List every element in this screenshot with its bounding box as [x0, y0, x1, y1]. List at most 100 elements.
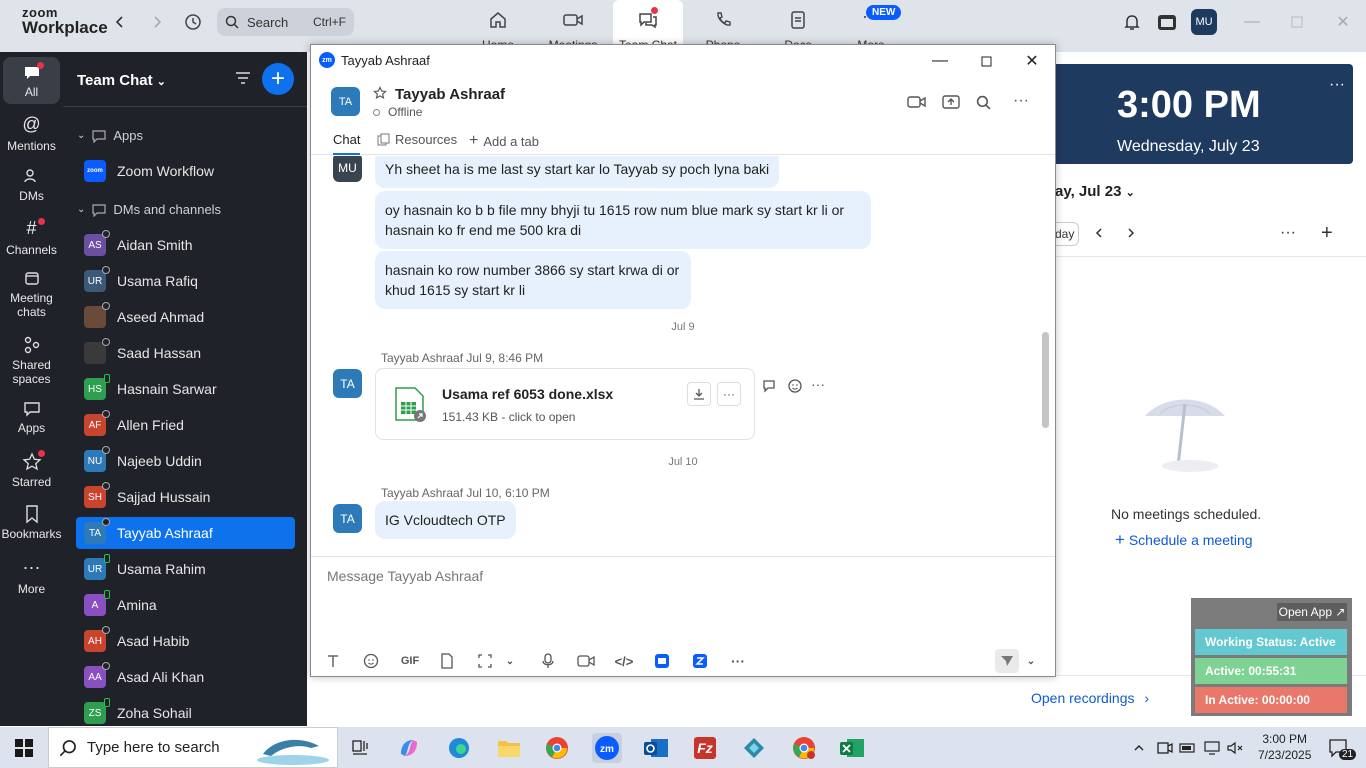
restore-icon[interactable] — [1285, 10, 1309, 34]
message-avatar[interactable]: TA — [333, 504, 362, 533]
more-dots-icon[interactable]: ··· — [1013, 92, 1029, 110]
nav-meetings[interactable]: Meetings — [538, 0, 608, 52]
sender-name[interactable]: Tayyab Ashraaf — [381, 351, 463, 365]
rail-dms[interactable]: DMs — [0, 166, 63, 203]
sidebar-item-contact[interactable]: A Amina — [76, 589, 295, 621]
download-icon[interactable] — [687, 382, 711, 406]
chrome-profile-icon[interactable] — [789, 733, 819, 763]
rail-apps[interactable]: Apps — [0, 400, 63, 435]
close-icon[interactable]: ✕ — [1012, 49, 1052, 73]
sidebar-item-contact[interactable]: AH Asad Habib — [76, 625, 295, 657]
zoom-taskbar-icon[interactable]: zm — [592, 733, 622, 763]
contact-avatar[interactable]: TA — [331, 87, 360, 116]
copilot-icon[interactable] — [394, 733, 424, 763]
nav-phone[interactable]: Phone — [688, 0, 758, 52]
sidebar-item-contact[interactable]: AA Asad Ali Khan — [76, 661, 295, 693]
text-format-icon[interactable] — [322, 650, 344, 672]
history-icon[interactable] — [181, 10, 205, 34]
search-icon[interactable] — [976, 95, 991, 110]
sidebar-item-contact[interactable]: UR Usama Rahim — [76, 553, 295, 585]
network-icon[interactable] — [1201, 733, 1223, 763]
app-blue-icon[interactable] — [651, 650, 673, 672]
share-screen-icon[interactable] — [942, 94, 960, 110]
contact-name[interactable]: Tayyab Ashraaf — [395, 86, 505, 103]
more-dots-icon[interactable]: ··· — [1280, 224, 1296, 242]
bell-icon[interactable] — [1120, 10, 1144, 34]
sidebar-item-contact[interactable]: Aseed Ahmad — [76, 301, 295, 333]
windows-start-icon[interactable] — [9, 733, 39, 763]
outlook-icon[interactable] — [641, 733, 671, 763]
more-dots-icon[interactable]: ··· — [727, 650, 749, 672]
edge-icon[interactable] — [444, 733, 474, 763]
sidebar-item-contact[interactable]: NU Najeeb Uddin — [76, 445, 295, 477]
maximize-icon[interactable] — [966, 49, 1006, 73]
microphone-icon[interactable] — [537, 650, 559, 672]
message-input[interactable]: Message Tayyab Ashraaf — [327, 568, 483, 584]
chrome-icon[interactable] — [542, 733, 572, 763]
calendar-app-icon[interactable] — [1155, 10, 1179, 34]
system-clock[interactable]: 3:00 PM 7/23/2025 — [1258, 731, 1311, 763]
rail-starred[interactable]: Starred — [0, 450, 63, 489]
more-dots-icon[interactable]: ··· — [811, 376, 825, 392]
sidebar-item-contact[interactable]: UR Usama Rafiq — [76, 265, 295, 297]
dms-section-header[interactable]: ⌄ DMs and channels — [77, 202, 221, 217]
apps-section-header[interactable]: ⌄ Apps — [77, 128, 143, 143]
battery-icon[interactable] — [1177, 733, 1199, 763]
filter-icon[interactable] — [234, 70, 252, 86]
volume-muted-icon[interactable] — [1224, 733, 1246, 763]
task-view-icon[interactable] — [345, 733, 375, 763]
today-button[interactable]: day — [1055, 222, 1079, 246]
code-snippet-icon[interactable]: </> — [613, 650, 635, 672]
search-box[interactable]: Search Ctrl+F — [217, 8, 354, 36]
chevron-down-icon[interactable]: ⌄ — [1020, 650, 1042, 672]
send-icon[interactable] — [995, 649, 1019, 673]
star-icon[interactable] — [373, 86, 387, 100]
app-blue-icon-2[interactable] — [689, 650, 711, 672]
user-avatar[interactable]: MU — [1191, 9, 1217, 35]
nav-home[interactable]: Home — [463, 0, 533, 52]
next-day-icon[interactable] — [1125, 227, 1137, 239]
prev-day-icon[interactable] — [1093, 227, 1105, 239]
message-avatar[interactable]: TA — [333, 369, 362, 398]
video-message-icon[interactable] — [575, 650, 597, 672]
chevron-down-icon[interactable]: ⌄ — [499, 650, 521, 672]
open-recordings-link[interactable]: Open recordings › — [1031, 690, 1149, 706]
notification-center-icon[interactable]: 21 — [1322, 733, 1357, 763]
new-chat-button[interactable]: + — [262, 63, 294, 95]
sidebar-item-contact[interactable]: ZS Zoha Sohail — [76, 697, 295, 729]
rail-bookmarks[interactable]: Bookmarks — [0, 504, 63, 541]
add-meeting-icon[interactable]: + — [1321, 222, 1333, 245]
sidebar-item-zoom-workflow[interactable]: zoom Zoom Workflow — [76, 155, 295, 187]
rail-all[interactable]: All — [3, 57, 60, 104]
meet-now-icon[interactable] — [1154, 733, 1176, 763]
day-selector[interactable]: ay, Jul 23 ⌄ — [1055, 183, 1135, 200]
rail-shared-spaces[interactable]: Shared spaces — [0, 335, 63, 386]
more-dots-icon[interactable]: ··· — [1329, 76, 1345, 94]
chevron-up-icon[interactable] — [1128, 733, 1150, 763]
tab-chat[interactable]: Chat — [333, 132, 361, 155]
reply-icon[interactable] — [762, 378, 778, 394]
sidebar-item-contact[interactable]: SH Sajjad Hussain — [76, 481, 295, 513]
sidebar-item-contact[interactable]: AS Aidan Smith — [76, 229, 295, 261]
back-icon[interactable] — [108, 10, 132, 34]
video-call-icon[interactable] — [907, 95, 927, 109]
sender-name[interactable]: Tayyab Ashraaf — [381, 486, 463, 500]
minimize-icon[interactable]: — — [920, 49, 960, 73]
app-diamond-icon[interactable] — [739, 733, 769, 763]
schedule-meeting-link[interactable]: + Schedule a meeting — [1115, 530, 1253, 550]
file-explorer-icon[interactable] — [494, 733, 524, 763]
rail-more[interactable]: ··· More — [0, 557, 63, 596]
forward-icon[interactable] — [145, 10, 169, 34]
sidebar-item-contact[interactable]: Saad Hassan — [76, 337, 295, 369]
more-dots-icon[interactable]: ··· — [717, 382, 741, 406]
emoji-react-icon[interactable] — [787, 378, 803, 394]
message-scrollbar[interactable] — [1042, 332, 1049, 428]
gif-button[interactable]: GIF — [397, 650, 423, 672]
sidebar-item-contact[interactable]: AF Allen Fried — [76, 409, 295, 441]
close-icon[interactable]: ✕ — [1331, 10, 1355, 34]
filezilla-icon[interactable]: Fz — [690, 733, 720, 763]
file-attachment[interactable]: Usama ref 6053 done.xlsx 151.43 KB - cli… — [375, 368, 755, 440]
rail-mentions[interactable]: @ Mentions — [0, 114, 63, 153]
minimize-icon[interactable]: — — [1240, 10, 1264, 34]
rail-channels[interactable]: # Channels — [0, 218, 63, 257]
